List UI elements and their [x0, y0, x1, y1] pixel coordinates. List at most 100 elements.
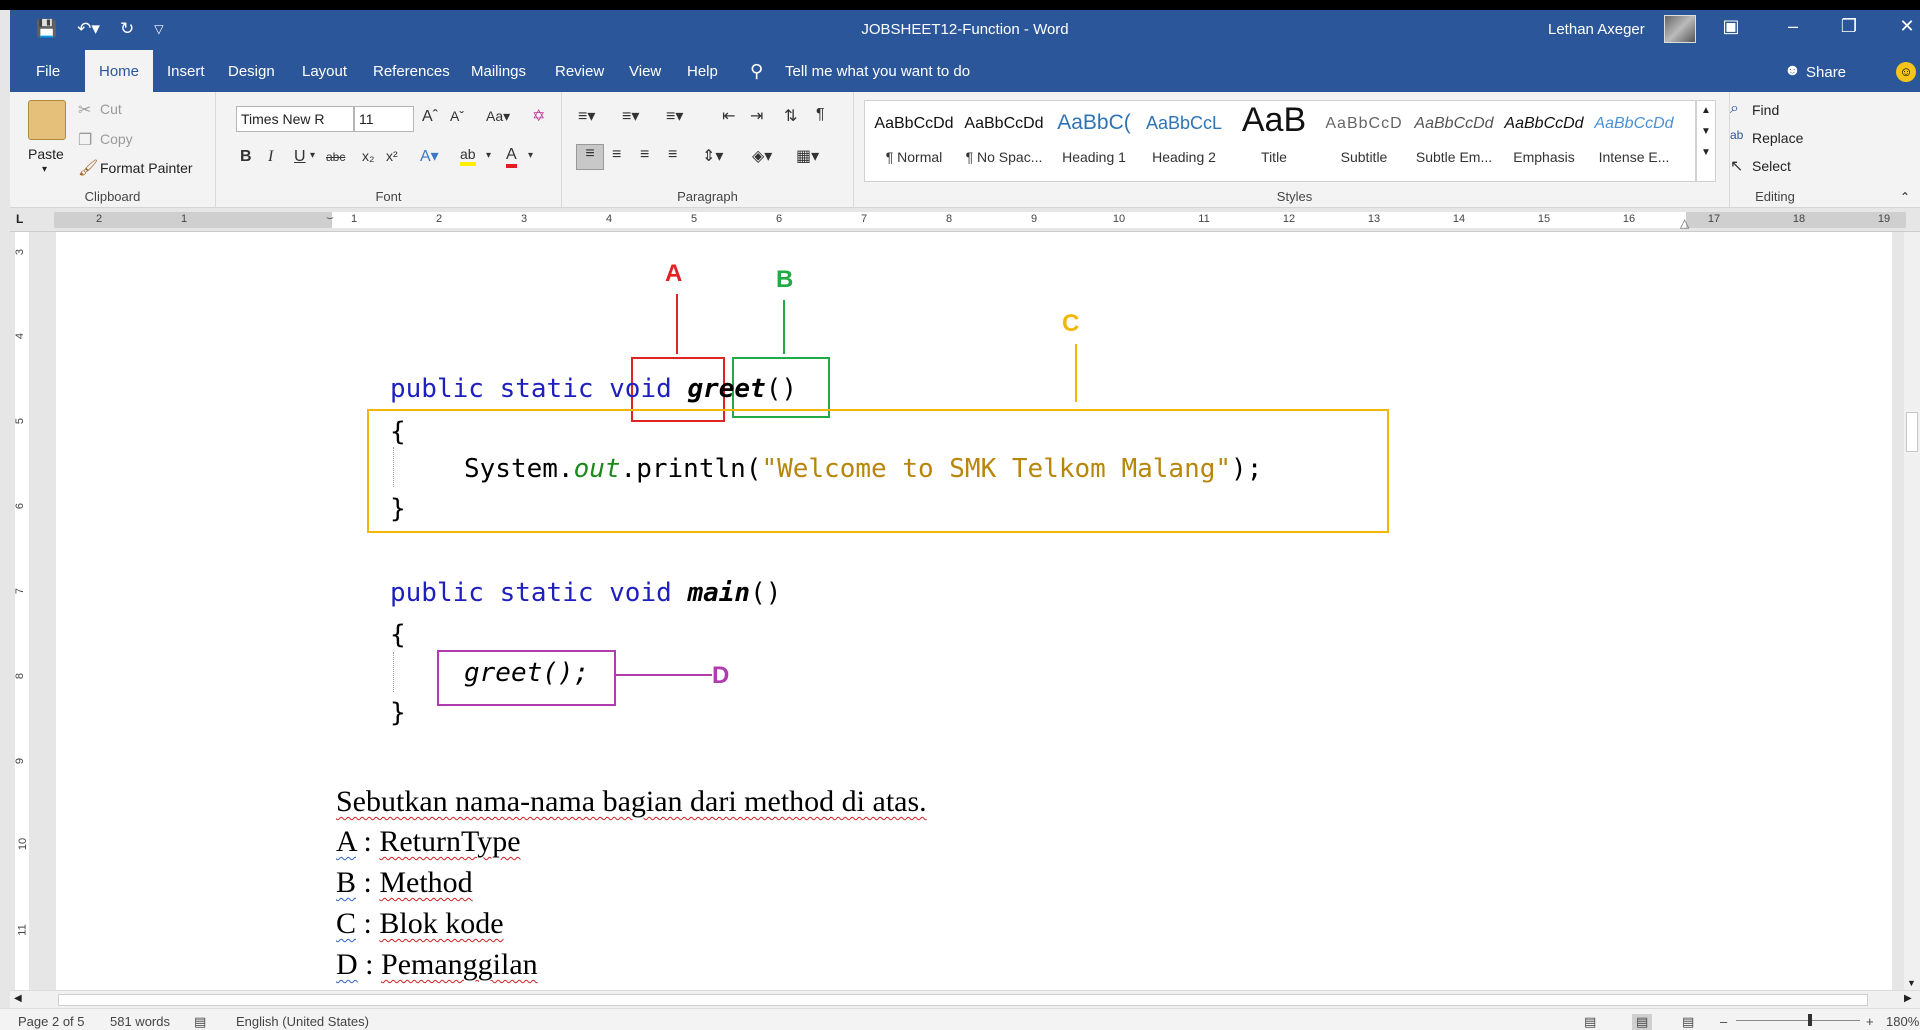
multilevel-list-icon[interactable]: ≡▾	[666, 106, 683, 126]
paste-icon[interactable]	[28, 100, 66, 140]
document-page[interactable]: A B C D public static void greet() { Sys…	[56, 232, 1892, 990]
superscript-icon[interactable]: x²	[386, 148, 398, 164]
align-left-icon[interactable]: ≡	[576, 144, 604, 170]
replace-button[interactable]: Replace	[1752, 130, 1803, 146]
vertical-scrollbar[interactable]: ▼	[1904, 232, 1920, 990]
sort-icon[interactable]: ⇅	[784, 106, 797, 126]
clear-formatting-icon[interactable]: ✡	[532, 106, 545, 126]
align-right-icon[interactable]: ≡	[640, 146, 649, 164]
cut-button[interactable]: Cut	[100, 101, 122, 117]
highlight-dropdown-icon[interactable]: ▾	[486, 150, 491, 161]
customize-qat-icon[interactable]: ▽	[154, 22, 163, 36]
bullets-icon[interactable]: ≡▾	[578, 106, 595, 126]
feedback-smiley-icon[interactable]: ☺	[1896, 62, 1916, 82]
zoom-out-icon[interactable]: –	[1720, 1014, 1727, 1029]
tab-view[interactable]: View	[627, 50, 663, 92]
ribbon-display-options-icon[interactable]: ▣	[1714, 16, 1748, 37]
text-effects-icon[interactable]: A▾	[420, 146, 439, 166]
zoom-level[interactable]: 180%	[1886, 1014, 1919, 1029]
code-method-name: main	[687, 578, 751, 608]
restore-icon[interactable]: ❐	[1832, 16, 1866, 37]
tab-mailings[interactable]: Mailings	[469, 50, 528, 92]
horizontal-scrollbar[interactable]: ◀ ▶	[10, 990, 1920, 1008]
horizontal-scroll-thumb[interactable]	[58, 994, 1868, 1006]
subscript-icon[interactable]: x₂	[362, 148, 374, 164]
save-icon[interactable]: 💾	[36, 19, 57, 39]
vertical-ruler[interactable]: 3 4 5 6 7 8 9 10 11	[10, 232, 34, 990]
align-center-icon[interactable]: ≡	[612, 146, 621, 164]
borders-icon[interactable]: ▦▾	[796, 146, 819, 166]
tab-file[interactable]: File	[34, 50, 62, 92]
language-indicator[interactable]: English (United States)	[236, 1014, 369, 1029]
tab-review[interactable]: Review	[553, 50, 606, 92]
ruler-number: 18	[1792, 213, 1806, 225]
tab-references[interactable]: References	[371, 50, 452, 92]
indent-marker[interactable]: ⌣	[326, 210, 334, 225]
find-button[interactable]: Find	[1752, 102, 1779, 118]
tab-home[interactable]: Home	[85, 50, 154, 92]
user-name[interactable]: Lethan Axeger	[1548, 21, 1645, 38]
ruler-number: 2	[95, 213, 103, 225]
print-layout-icon[interactable]: ▤	[1632, 1014, 1653, 1030]
tab-design[interactable]: Design	[226, 50, 277, 92]
page-count[interactable]: Page 2 of 5	[18, 1014, 85, 1029]
format-painter-button[interactable]: Format Painter	[100, 160, 193, 176]
scroll-down-icon[interactable]: ▼	[1907, 978, 1916, 988]
tab-selector-icon[interactable]: L	[16, 212, 23, 226]
question-text-content: Sebutkan nama-nama bagian dari method di…	[336, 785, 927, 818]
shrink-font-icon[interactable]: Aˇ	[450, 108, 464, 124]
read-mode-icon[interactable]: ▤	[1584, 1014, 1596, 1030]
font-color-dropdown-icon[interactable]: ▾	[528, 150, 533, 161]
paste-button[interactable]: Paste	[28, 146, 64, 162]
title-bar: 💾 ↶▾ ↻ ▽ JOBSHEET12-Function - Word Leth…	[10, 10, 1920, 50]
grow-font-icon[interactable]: Aˆ	[422, 108, 438, 126]
change-case-icon[interactable]: Aa▾	[486, 108, 510, 125]
code-keyword: public	[390, 374, 484, 404]
ruler-number: 4	[605, 213, 613, 225]
zoom-slider[interactable]	[1736, 1020, 1860, 1021]
select-icon: ↖	[1730, 158, 1744, 175]
font-size-box[interactable]: 11	[354, 106, 414, 132]
tab-help[interactable]: Help	[685, 50, 720, 92]
underline-dropdown-icon[interactable]: ▾	[310, 150, 315, 161]
right-indent-marker[interactable]: △	[1680, 216, 1689, 230]
collapse-ribbon-icon[interactable]: ⌃	[1900, 190, 1910, 204]
strikethrough-icon[interactable]: abc	[326, 150, 345, 164]
line-spacing-icon[interactable]: ⇕▾	[702, 146, 723, 166]
scroll-left-icon[interactable]: ◀	[14, 993, 22, 1004]
minimize-icon[interactable]: –	[1776, 16, 1810, 37]
italic-icon[interactable]: I	[268, 148, 273, 166]
word-count[interactable]: 581 words	[110, 1014, 170, 1029]
vertical-scroll-thumb[interactable]	[1906, 412, 1918, 452]
zoom-in-icon[interactable]: +	[1866, 1014, 1874, 1029]
decrease-indent-icon[interactable]: ⇤	[722, 106, 735, 126]
proofing-icon[interactable]: ▤	[194, 1014, 206, 1030]
increase-indent-icon[interactable]: ⇥	[750, 106, 763, 126]
font-name-box[interactable]: Times New R	[236, 106, 354, 132]
tell-me-search[interactable]: Tell me what you want to do	[785, 50, 970, 92]
underline-icon[interactable]: U	[294, 148, 306, 166]
user-avatar[interactable]	[1664, 15, 1696, 43]
web-layout-icon[interactable]: ▤	[1682, 1014, 1694, 1030]
tab-layout[interactable]: Layout	[300, 50, 349, 92]
horizontal-ruler[interactable]: L 2 1 1 2 3 4 5 6 7 8 9 10 11 12 13 14 1…	[10, 208, 1920, 232]
highlight-icon[interactable]: ab	[460, 146, 476, 166]
share-button[interactable]: Share	[1806, 50, 1846, 92]
paste-dropdown-icon[interactable]: ▾	[42, 164, 47, 175]
shading-icon[interactable]: ◈▾	[752, 146, 772, 166]
ruler-number: 13	[1367, 213, 1381, 225]
scroll-right-icon[interactable]: ▶	[1904, 993, 1912, 1004]
redo-icon[interactable]: ↻	[120, 19, 134, 39]
show-formatting-icon[interactable]: ¶	[816, 106, 825, 124]
code-println: .println(	[620, 454, 762, 484]
undo-icon[interactable]: ↶▾	[77, 19, 100, 39]
close-icon[interactable]: ✕	[1890, 16, 1920, 37]
justify-icon[interactable]: ≡	[668, 146, 677, 164]
font-color-icon[interactable]: A	[506, 146, 517, 168]
tab-insert[interactable]: Insert	[165, 50, 207, 92]
zoom-slider-thumb[interactable]	[1808, 1014, 1812, 1026]
numbering-icon[interactable]: ≡▾	[622, 106, 639, 126]
bold-icon[interactable]: B	[240, 148, 252, 166]
copy-button[interactable]: Copy	[100, 131, 133, 147]
select-button[interactable]: Select	[1752, 158, 1791, 174]
